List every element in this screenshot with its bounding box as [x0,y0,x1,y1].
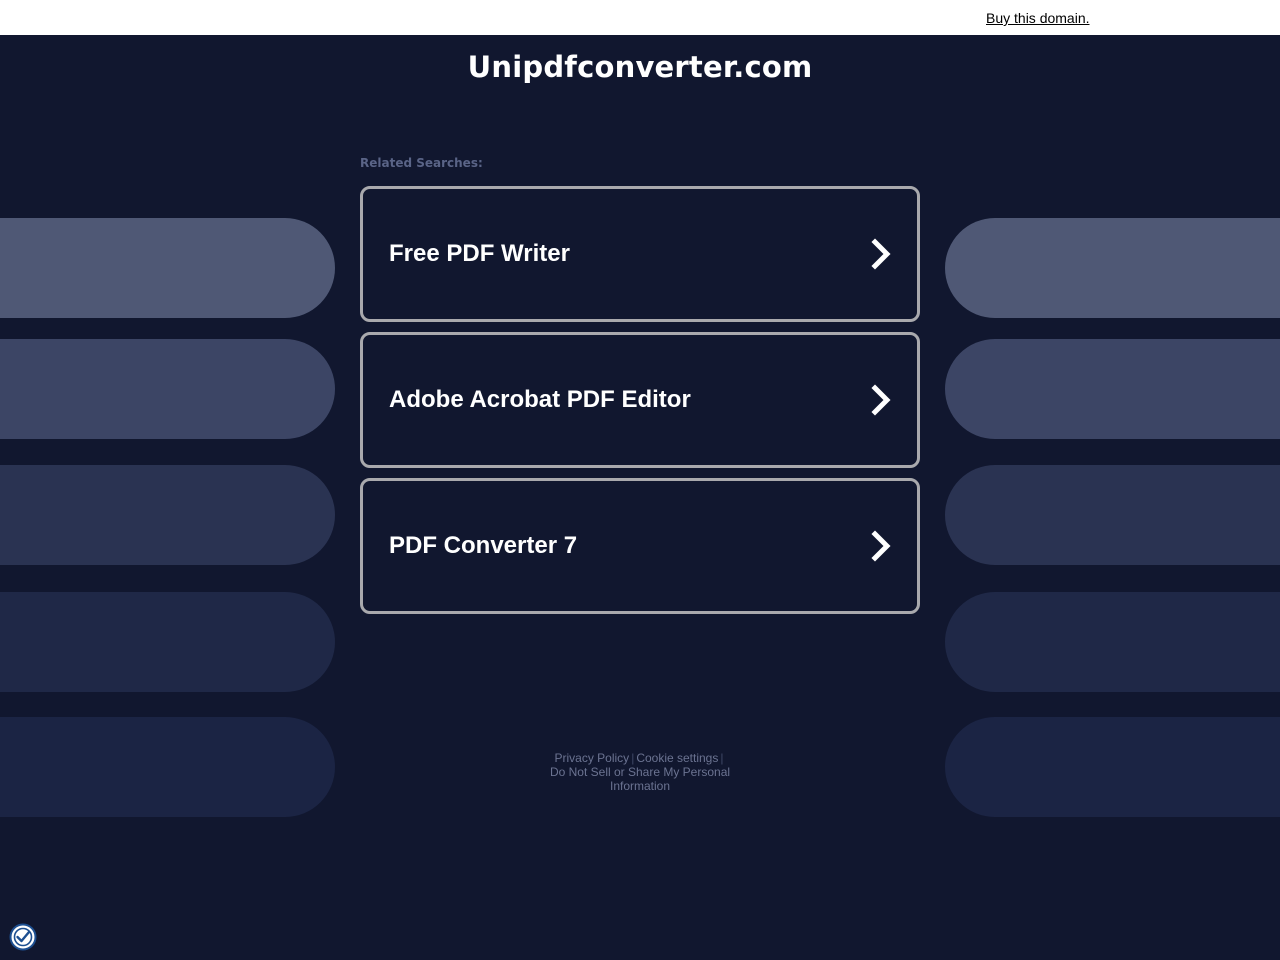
search-link-label: PDF Converter 7 [389,532,578,559]
chevron-right-icon [871,530,891,562]
search-link-label: Adobe Acrobat PDF Editor [389,386,691,413]
related-searches-label: Related Searches: [360,156,483,170]
site-title: Unipdfconverter.com [467,50,813,84]
cookie-settings-link[interactable]: Cookie settings [636,751,718,765]
chevron-right-icon [871,384,891,416]
buy-domain-link[interactable]: Buy this domain. [986,10,1090,26]
decor-pill-right-1 [945,218,1280,318]
privacy-shield-icon[interactable] [9,923,37,951]
search-link-adobe-acrobat-pdf-editor[interactable]: Adobe Acrobat PDF Editor [360,332,920,468]
decor-pill-right-4 [945,592,1280,692]
decor-pill-left-1 [0,218,335,318]
decor-pill-right-3 [945,465,1280,565]
search-link-free-pdf-writer[interactable]: Free PDF Writer [360,186,920,322]
decor-pill-right-2 [945,339,1280,439]
privacy-policy-link[interactable]: Privacy Policy [555,751,630,765]
decor-pill-left-3 [0,465,335,565]
search-link-pdf-converter-7[interactable]: PDF Converter 7 [360,478,920,614]
decor-pill-left-4 [0,592,335,692]
search-link-label: Free PDF Writer [389,240,570,267]
chevron-right-icon [871,238,891,270]
decor-pill-left-2 [0,339,335,439]
footer-links: Privacy Policy | Cookie settings | Do Not S… [540,751,740,793]
top-bar: Buy this domain. [0,0,1280,35]
do-not-sell-link[interactable]: Do Not Sell or Share My Personal Informa… [550,765,730,793]
footer-separator: | [631,751,635,765]
decor-pill-right-5 [945,717,1280,817]
footer-separator: | [720,751,724,765]
decor-pill-left-5 [0,717,335,817]
